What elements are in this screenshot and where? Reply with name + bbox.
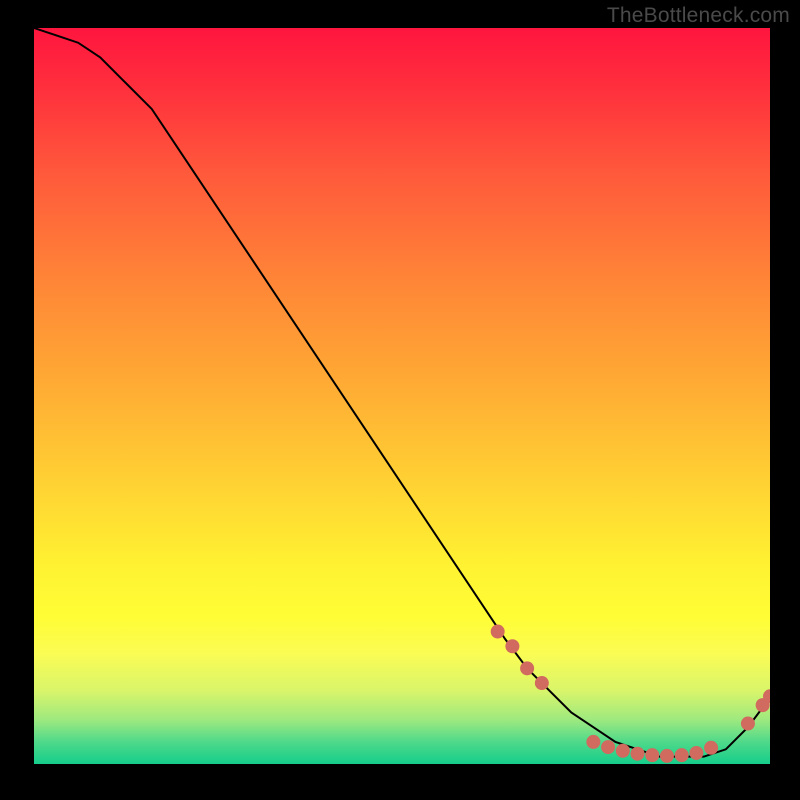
data-marker	[586, 735, 600, 749]
data-marker	[631, 747, 645, 761]
data-marker	[535, 676, 549, 690]
plot-overlay	[34, 28, 770, 764]
watermark-text: TheBottleneck.com	[607, 4, 790, 28]
data-marker	[505, 639, 519, 653]
data-marker	[660, 749, 674, 763]
data-marker	[601, 740, 615, 754]
data-marker	[689, 746, 703, 760]
chart-container: TheBottleneck.com	[0, 0, 800, 800]
curve-path	[34, 28, 770, 757]
markers-group	[491, 625, 770, 763]
data-marker	[491, 625, 505, 639]
data-marker	[704, 741, 718, 755]
curve-path-group	[34, 28, 770, 757]
data-marker	[520, 661, 534, 675]
data-marker	[675, 748, 689, 762]
data-marker	[645, 748, 659, 762]
data-marker	[616, 744, 630, 758]
data-marker	[741, 717, 755, 731]
